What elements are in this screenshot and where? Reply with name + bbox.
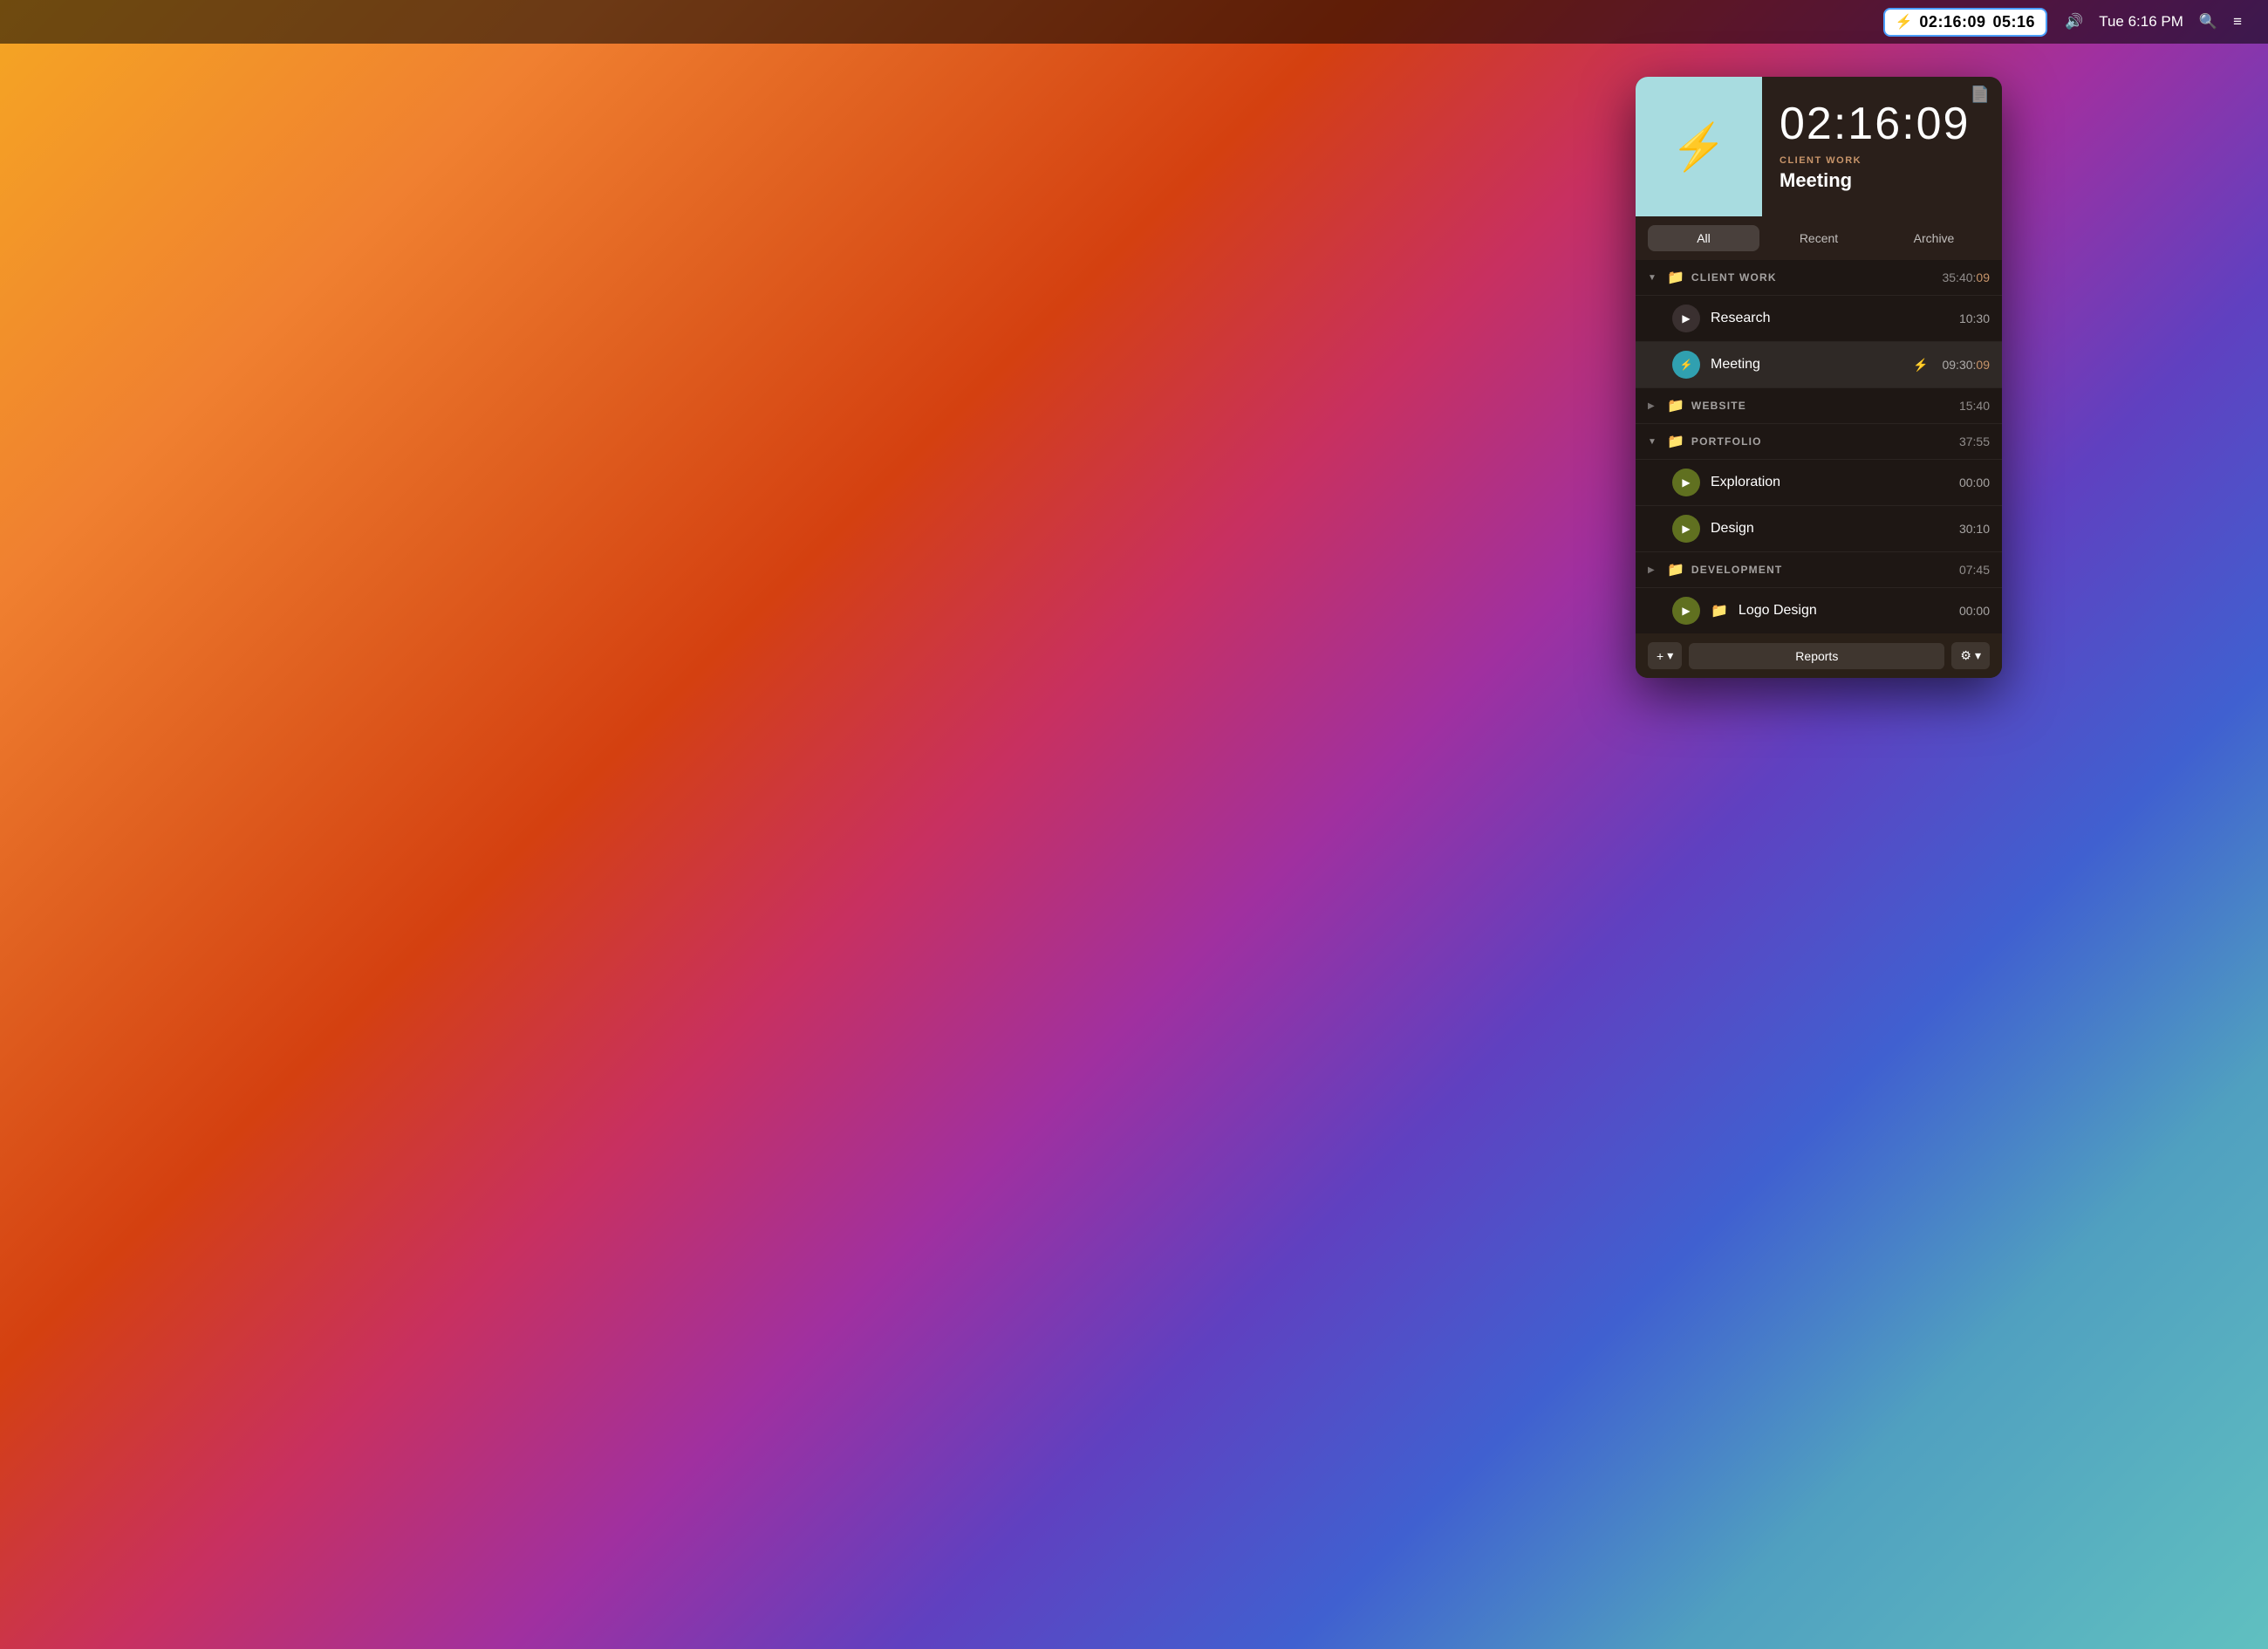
search-icon[interactable]: 🔍	[2199, 13, 2217, 31]
group-name-client-work: CLIENT WORK	[1691, 271, 1936, 284]
menubar-clock: Tue 6:16 PM	[2099, 13, 2183, 31]
volume-icon: 🔊	[2065, 13, 2083, 31]
menu-icon[interactable]: ≡	[2233, 13, 2242, 31]
play-button-logo-design[interactable]: ▶	[1672, 597, 1700, 625]
bottom-toolbar: + ▾ Reports ⚙ ▾	[1636, 633, 2002, 678]
list-item-design[interactable]: ▶ Design 30:10	[1636, 506, 2002, 551]
item-name-logo-design: Logo Design	[1739, 603, 1949, 619]
list-item-exploration[interactable]: ▶ Exploration 00:00	[1636, 460, 2002, 505]
list-item-meeting[interactable]: ⚡ Meeting ⚡ 09:30:09	[1636, 342, 2002, 387]
timer-popup: ⚡ 📄 02:16:09 CLIENT WORK Meeting All Rec…	[1636, 77, 2002, 678]
timer-project-label: CLIENT WORK	[1780, 155, 1984, 166]
add-icon: +	[1657, 649, 1663, 663]
menubar-right-controls: 🔊 Tue 6:16 PM 🔍 ≡	[2065, 13, 2242, 31]
item-time-research: 10:30	[1959, 311, 1990, 325]
menubar-today-time: 05:16	[1992, 13, 2035, 31]
folder-icon-portfolio: 📁	[1667, 433, 1684, 450]
chevron-right-icon-website: ▶	[1648, 401, 1660, 411]
group-portfolio[interactable]: ▼ 📁 PORTFOLIO 37:55	[1636, 424, 2002, 459]
chevron-down-icon: ▼	[1648, 273, 1660, 283]
list-item-logo-design[interactable]: ▶ 📁 Logo Design 00:00	[1636, 588, 2002, 633]
timer-header-bolt-icon: ⚡	[1670, 120, 1727, 174]
item-time-logo-design: 00:00	[1959, 604, 1990, 618]
list-item-research[interactable]: ▶ Research 10:30	[1636, 296, 2002, 341]
folder-icon-client-work: 📁	[1667, 269, 1684, 286]
timer-task-name: Meeting	[1780, 169, 1984, 192]
folder-icon-website: 📁	[1667, 397, 1684, 414]
settings-button[interactable]: ⚙ ▾	[1951, 642, 1990, 669]
menubar-timer-badge[interactable]: ⚡ 02:16:09 05:16	[1883, 8, 2048, 37]
group-name-website: WEBSITE	[1691, 400, 1952, 412]
item-time-design: 30:10	[1959, 522, 1990, 536]
timer-list: ▼ 📁 CLIENT WORK 35:40:09 ▶ Research 10:3…	[1636, 260, 2002, 633]
reports-button[interactable]: Reports	[1689, 643, 1944, 669]
tab-all[interactable]: All	[1648, 225, 1759, 251]
add-button[interactable]: + ▾	[1648, 642, 1682, 669]
play-button-exploration[interactable]: ▶	[1672, 469, 1700, 496]
add-chevron-icon: ▾	[1667, 648, 1673, 663]
tab-bar: All Recent Archive	[1636, 216, 2002, 260]
group-website[interactable]: ▶ 📁 WEBSITE 15:40	[1636, 388, 2002, 423]
timer-icon-area: ⚡	[1636, 77, 1762, 216]
group-name-portfolio: PORTFOLIO	[1691, 435, 1952, 448]
folder-icon-development: 📁	[1667, 561, 1684, 578]
play-button-meeting[interactable]: ⚡	[1672, 351, 1700, 379]
item-name-exploration: Exploration	[1711, 475, 1949, 490]
group-time-development: 07:45	[1959, 563, 1990, 577]
group-time-website: 15:40	[1959, 399, 1990, 413]
settings-chevron-icon: ▾	[1975, 648, 1981, 663]
play-button-research[interactable]: ▶	[1672, 304, 1700, 332]
item-time-exploration: 00:00	[1959, 476, 1990, 489]
menubar: ⚡ 02:16:09 05:16 🔊 Tue 6:16 PM 🔍 ≡	[0, 0, 2268, 44]
folder-icon-logo: 📁	[1711, 602, 1728, 619]
document-icon[interactable]: 📄	[1971, 86, 1990, 104]
settings-gear-icon: ⚙	[1960, 648, 1971, 663]
chevron-down-icon-portfolio: ▼	[1648, 437, 1660, 447]
item-name-meeting: Meeting	[1711, 357, 1903, 373]
timer-header: ⚡ 📄 02:16:09 CLIENT WORK Meeting	[1636, 77, 2002, 216]
chevron-right-icon-dev: ▶	[1648, 565, 1660, 575]
tab-archive[interactable]: Archive	[1878, 225, 1990, 251]
group-time-client-work: 35:40:09	[1942, 270, 1990, 284]
menubar-bolt-icon: ⚡	[1896, 13, 1913, 31]
timer-big-time: 02:16:09	[1780, 101, 1984, 147]
group-development[interactable]: ▶ 📁 DEVELOPMENT 07:45	[1636, 552, 2002, 587]
meeting-bolt-icon: ⚡	[1913, 358, 1928, 373]
timer-display-area: 📄 02:16:09 CLIENT WORK Meeting	[1762, 77, 2002, 216]
group-client-work[interactable]: ▼ 📁 CLIENT WORK 35:40:09	[1636, 260, 2002, 295]
play-button-design[interactable]: ▶	[1672, 515, 1700, 543]
item-time-meeting: 09:30:09	[1942, 358, 1990, 372]
item-name-research: Research	[1711, 311, 1949, 326]
item-name-design: Design	[1711, 521, 1949, 537]
group-name-development: DEVELOPMENT	[1691, 564, 1952, 576]
group-time-portfolio: 37:55	[1959, 434, 1990, 448]
menubar-elapsed-time: 02:16:09	[1919, 13, 1985, 31]
tab-recent[interactable]: Recent	[1763, 225, 1875, 251]
